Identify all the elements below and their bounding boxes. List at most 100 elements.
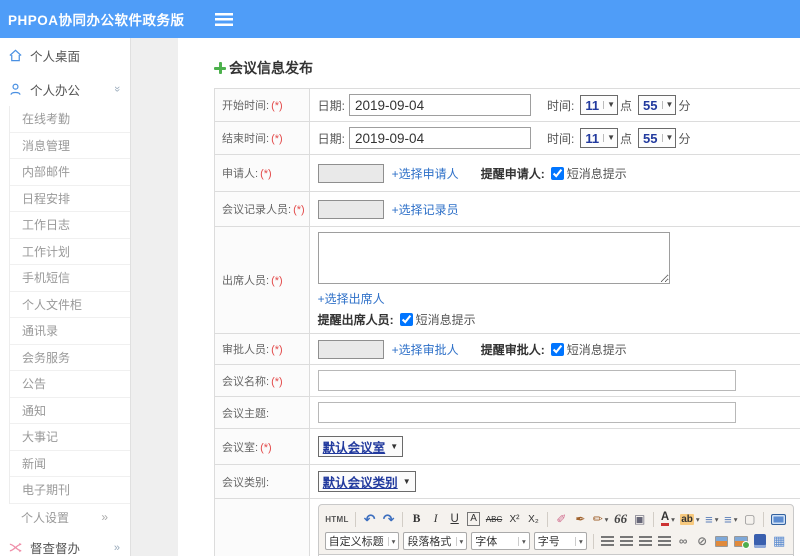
pick-approver-link[interactable]: +选择审批人 bbox=[392, 341, 459, 358]
highlight-color-icon[interactable]: ab ▾ bbox=[679, 510, 702, 529]
sidebar-submenu-item[interactable]: 新闻 bbox=[10, 451, 130, 477]
pick-recorder-link[interactable]: +选择记录员 bbox=[392, 201, 459, 218]
paste-text-icon[interactable]: ▣ bbox=[631, 510, 648, 529]
strikethrough-icon[interactable]: ABC bbox=[484, 510, 504, 529]
insert-link-icon[interactable]: ∞ bbox=[675, 532, 692, 551]
approver-sms-checkbox[interactable] bbox=[550, 342, 564, 356]
align-right-icon[interactable] bbox=[637, 532, 654, 551]
heading-style-select[interactable]: 自定义标题 ▾ bbox=[324, 532, 400, 550]
align-left-icon[interactable] bbox=[599, 532, 616, 551]
remove-link-icon[interactable]: ⊘ bbox=[694, 532, 711, 551]
upload-image-icon[interactable] bbox=[732, 532, 750, 551]
sidebar-submenu-item[interactable]: 内部邮件 bbox=[10, 159, 130, 186]
applicant-input[interactable] bbox=[317, 163, 384, 183]
required-mark: (*) bbox=[271, 133, 283, 145]
html-source-button[interactable]: HTML bbox=[324, 510, 351, 529]
start-hour-select[interactable]: 11 ▼ bbox=[580, 95, 619, 115]
insert-video-icon[interactable] bbox=[752, 532, 769, 551]
time-label: 时间: bbox=[547, 131, 575, 146]
field-label: 申请人: bbox=[222, 168, 259, 180]
add-plus-icon bbox=[214, 62, 226, 74]
chevron-down-icon: ▾ bbox=[574, 536, 583, 546]
sidebar-item-office[interactable]: 个人办公 » bbox=[0, 72, 130, 106]
new-page-icon[interactable]: ▢ bbox=[741, 510, 758, 529]
meeting-room-select[interactable]: 默认会议室 ▼ bbox=[317, 436, 404, 457]
sidebar-submenu-item[interactable]: 通讯录 bbox=[10, 318, 130, 345]
sidebar-item-settings[interactable]: 个人设置 » bbox=[0, 504, 130, 531]
field-label: 审批人员: bbox=[222, 344, 270, 356]
sidebar-item-desktop[interactable]: 个人桌面 bbox=[0, 38, 130, 72]
chevron-down-icon: ▾ bbox=[604, 514, 609, 524]
pick-attendee-link[interactable]: +选择出席人 bbox=[318, 292, 385, 306]
insert-table-icon[interactable]: ▦ bbox=[771, 532, 788, 551]
fullscreen-icon[interactable] bbox=[769, 510, 787, 529]
redo-icon[interactable]: ↷ bbox=[380, 510, 397, 529]
sidebar-submenu-item[interactable]: 个人文件柜 bbox=[10, 292, 130, 318]
meeting-category-select[interactable]: 默认会议类别 ▼ bbox=[317, 471, 416, 492]
bold-icon[interactable]: B bbox=[408, 510, 425, 529]
start-date-input[interactable] bbox=[349, 94, 532, 116]
recorder-input[interactable] bbox=[317, 199, 384, 219]
meeting-topic-input[interactable] bbox=[317, 402, 736, 423]
chevron-down-icon: ▼ bbox=[402, 477, 411, 486]
eraser-icon[interactable]: ✐ bbox=[553, 510, 570, 529]
sidebar-submenu-item[interactable]: 通知 bbox=[10, 398, 130, 424]
field-label: 结束时间: bbox=[222, 133, 270, 145]
sidebar-item-label: 个人桌面 bbox=[30, 49, 81, 64]
field-label: 开始时间: bbox=[222, 100, 270, 112]
hamburger-menu-icon[interactable] bbox=[214, 12, 233, 26]
attendees-textarea[interactable] bbox=[317, 232, 670, 284]
approver-input[interactable] bbox=[317, 339, 384, 359]
meeting-name-input[interactable] bbox=[317, 370, 736, 391]
superscript-icon[interactable]: X² bbox=[506, 510, 523, 529]
subscript-icon[interactable]: X₂ bbox=[525, 510, 542, 529]
sidebar-item-supervise[interactable]: 督查督办 » bbox=[0, 531, 130, 556]
paragraph-format-select[interactable]: 段落格式 ▾ bbox=[403, 532, 468, 550]
format-painter-icon[interactable]: ✏ ▾ bbox=[591, 510, 610, 529]
chevron-down-icon: ▾ bbox=[517, 536, 526, 546]
sidebar-submenu-item[interactable]: 手机短信 bbox=[10, 265, 130, 292]
align-justify-icon[interactable] bbox=[656, 532, 673, 551]
chevron-right-icon: » bbox=[113, 541, 120, 554]
sms-label: 短消息提示 bbox=[566, 166, 627, 181]
row-attendees: 出席人员: (*) +选择出席人 提醒出席人员: 短消息提示 bbox=[214, 226, 800, 334]
undo-icon[interactable]: ↶ bbox=[361, 510, 378, 529]
font-family-select[interactable]: 字体 ▾ bbox=[471, 532, 530, 550]
required-mark: (*) bbox=[260, 441, 272, 454]
chevron-down-icon: ▼ bbox=[603, 101, 615, 109]
font-color-icon[interactable]: A ▾ bbox=[659, 510, 677, 529]
sidebar-submenu: 在线考勤 消息管理 内部邮件 日程安排 工作日志 工作计划 手机短信 个人文件柜 通讯录 会务服务… bbox=[9, 106, 130, 504]
shuffle-icon bbox=[9, 542, 22, 553]
underline-icon[interactable]: U bbox=[446, 510, 463, 529]
sidebar-submenu-item[interactable]: 工作日志 bbox=[10, 212, 130, 239]
unordered-list-icon[interactable]: ≡ ▾ bbox=[722, 510, 739, 529]
start-minute-select[interactable]: 55 ▼ bbox=[638, 95, 677, 115]
attendee-sms-checkbox[interactable] bbox=[399, 313, 413, 326]
end-date-input[interactable] bbox=[349, 127, 532, 149]
end-minute-select[interactable]: 55 ▼ bbox=[638, 128, 677, 148]
sidebar-submenu-item[interactable]: 日程安排 bbox=[10, 186, 130, 212]
font-border-icon[interactable]: A bbox=[467, 512, 480, 526]
ordered-list-icon[interactable]: ≡ ▾ bbox=[703, 510, 720, 529]
sidebar-submenu-item[interactable]: 在线考勤 bbox=[10, 106, 130, 133]
pick-applicant-link[interactable]: +选择申请人 bbox=[392, 165, 459, 182]
sidebar-submenu-item[interactable]: 消息管理 bbox=[10, 133, 130, 159]
sidebar-submenu-item[interactable]: 会务服务 bbox=[10, 345, 130, 371]
format-brush-icon[interactable]: ✒ bbox=[572, 510, 589, 529]
sidebar-submenu-item[interactable]: 工作计划 bbox=[10, 239, 130, 265]
blockquote-icon[interactable]: 66 bbox=[612, 510, 629, 529]
applicant-sms-checkbox[interactable] bbox=[550, 166, 564, 180]
sidebar-submenu-item[interactable]: 大事记 bbox=[10, 424, 130, 451]
end-hour-select[interactable]: 11 ▼ bbox=[580, 128, 619, 148]
sidebar-item-label: 个人设置 bbox=[21, 510, 70, 525]
date-label: 日期: bbox=[317, 131, 346, 146]
insert-image-icon[interactable] bbox=[713, 532, 731, 551]
sidebar-submenu-item[interactable]: 电子期刊 bbox=[10, 477, 130, 504]
sidebar-submenu-item[interactable]: 公告 bbox=[10, 371, 130, 398]
align-center-icon[interactable] bbox=[618, 532, 635, 551]
remind-attendee-label: 提醒出席人员: bbox=[317, 313, 394, 327]
italic-icon[interactable]: I bbox=[427, 510, 444, 529]
font-size-select[interactable]: 字号 ▾ bbox=[533, 532, 587, 550]
row-approver: 审批人员: (*) +选择审批人 提醒审批人: 短消息提示 bbox=[214, 333, 800, 365]
field-label: 会议室: bbox=[222, 441, 259, 454]
